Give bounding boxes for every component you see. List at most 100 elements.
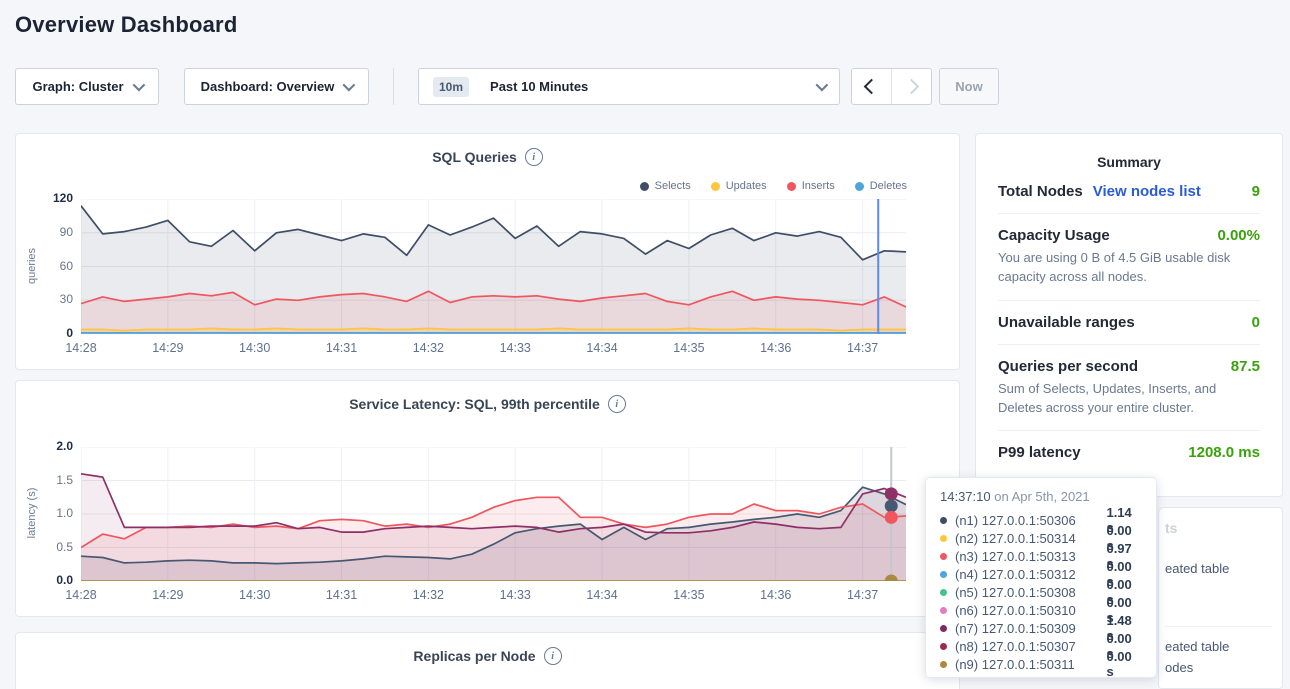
- legend-label: Deletes: [870, 180, 907, 192]
- tooltip-rows: (n1) 127.0.0.1:503061.14 s(n2) 127.0.0.1…: [940, 511, 1142, 673]
- tooltip-node-label: (n1) 127.0.0.1:50306: [955, 513, 1098, 528]
- y-axis-tick: 120: [16, 191, 73, 205]
- y-axis-tick: 1.5: [16, 473, 73, 487]
- replicas-per-node-card: Replicas per Node i: [15, 632, 960, 689]
- chart-hover-tooltip: 14:37:10 on Apr 5th, 2021 (n1) 127.0.0.1…: [925, 477, 1157, 678]
- x-axis-tick: 14:28: [65, 341, 96, 355]
- x-axis-tick: 14:32: [413, 588, 444, 602]
- x-axis-tick: 14:35: [673, 588, 704, 602]
- summary-row-value: 87.5: [1231, 358, 1260, 375]
- legend-label: Selects: [655, 180, 691, 192]
- tooltip-node-label: (n2) 127.0.0.1:50314: [955, 531, 1098, 546]
- next-time-button[interactable]: [891, 69, 931, 104]
- y-axis-tick: 60: [16, 259, 73, 273]
- summary-row-value: 9: [1252, 183, 1260, 200]
- sql-queries-title: SQL Queries i: [16, 148, 959, 166]
- sql-queries-legend: Selects Updates Inserts Deletes: [640, 180, 907, 192]
- tooltip-node-label: (n9) 127.0.0.1:50311: [955, 657, 1098, 672]
- summary-row-label: P99 latency: [998, 444, 1081, 461]
- series-color-dot: [940, 643, 947, 650]
- series-color-dot: [940, 661, 947, 668]
- legend-label: Updates: [726, 180, 767, 192]
- legend-color-dot: [787, 182, 796, 191]
- time-range-label: Past 10 Minutes: [490, 79, 588, 94]
- prev-time-button[interactable]: [852, 69, 891, 104]
- tooltip-node-label: (n3) 127.0.0.1:50313: [955, 549, 1098, 564]
- y-axis-tick: 30: [16, 292, 73, 306]
- toolbar-divider: [393, 68, 394, 105]
- summary-row-label: Queries per second: [998, 358, 1138, 375]
- view-nodes-list-link[interactable]: View nodes list: [1093, 183, 1201, 200]
- x-axis-tick: 14:30: [239, 341, 270, 355]
- x-axis-tick: 14:37: [847, 588, 878, 602]
- service-latency-plot[interactable]: [81, 447, 906, 581]
- event-item[interactable]: eated table odes: [1165, 636, 1229, 678]
- dashboard-dropdown[interactable]: Dashboard: Overview: [184, 68, 369, 105]
- chevron-down-icon: [132, 79, 145, 92]
- summary-row-description: Sum of Selects, Updates, Inserts, and De…: [998, 380, 1260, 418]
- summary-row: Queries per second 87.5 Sum of Selects, Up…: [998, 345, 1260, 432]
- summary-row-value: 1208.0 ms: [1188, 444, 1260, 461]
- now-button[interactable]: Now: [939, 68, 999, 105]
- series-color-dot: [940, 535, 947, 542]
- legend-item[interactable]: Selects: [640, 180, 691, 192]
- summary-row-description: You are using 0 B of 4.5 GiB usable disk…: [998, 249, 1260, 287]
- summary-row-value: 0: [1252, 314, 1260, 331]
- graph-dropdown[interactable]: Graph: Cluster: [15, 68, 159, 105]
- tooltip-node-label: (n4) 127.0.0.1:50312: [955, 567, 1098, 582]
- tooltip-header: 14:37:10 on Apr 5th, 2021: [940, 489, 1142, 504]
- event-text-fragment: eated table: [1165, 636, 1229, 657]
- legend-item[interactable]: Deletes: [855, 180, 907, 192]
- event-text-fragment: odes: [1165, 657, 1229, 678]
- summary-row-label: Unavailable ranges: [998, 314, 1135, 331]
- summary-row: P99 latency 1208.0 ms: [998, 431, 1260, 474]
- summary-panel: Summary Total NodesView nodes list9Capac…: [975, 133, 1283, 497]
- summary-title: Summary: [998, 154, 1260, 170]
- chart-title-text: SQL Queries: [432, 149, 517, 165]
- legend-color-dot: [640, 182, 649, 191]
- event-item[interactable]: eated table: [1165, 558, 1229, 579]
- x-axis-tick: 14:33: [500, 588, 531, 602]
- summary-rows: Total NodesView nodes list9Capacity Usag…: [998, 170, 1260, 474]
- chart-svg: [81, 447, 906, 581]
- chart-title-text: Service Latency: SQL, 99th percentile: [349, 396, 600, 412]
- info-icon[interactable]: i: [525, 148, 543, 166]
- x-axis-tick: 14:30: [239, 588, 270, 602]
- chevron-right-icon: [904, 79, 920, 95]
- x-axis-tick: 14:28: [65, 588, 96, 602]
- time-range-badge: 10m: [433, 77, 469, 97]
- chevron-down-icon: [816, 79, 829, 92]
- service-latency-title: Service Latency: SQL, 99th percentile i: [16, 395, 959, 413]
- events-heading-fragment: ts: [1165, 520, 1177, 536]
- x-axis-tick: 14:29: [152, 341, 183, 355]
- legend-item[interactable]: Inserts: [787, 180, 835, 192]
- y-axis-tick: 1.0: [16, 506, 73, 520]
- tooltip-date: on Apr 5th, 2021: [994, 489, 1089, 504]
- y-axis-tick: 0: [16, 326, 73, 340]
- time-step-buttons: [851, 68, 932, 105]
- summary-row: Unavailable ranges 0: [998, 301, 1260, 345]
- overview-dashboard-page: Overview Dashboard Graph: Cluster Dashbo…: [0, 0, 1290, 689]
- legend-label: Inserts: [802, 180, 835, 192]
- y-axis-tick: 0.5: [16, 540, 73, 554]
- y-axis-tick: 2.0: [16, 439, 73, 453]
- summary-row-value: 0.00%: [1217, 227, 1260, 244]
- tooltip-node-value: 0.00 s: [1106, 649, 1142, 679]
- y-axis-tick: 90: [16, 225, 73, 239]
- sql-queries-plot[interactable]: [81, 199, 906, 334]
- x-axis-tick: 14:33: [500, 341, 531, 355]
- tooltip-node-label: (n7) 127.0.0.1:50309: [955, 621, 1098, 636]
- events-panel: ts eated table eated table odes: [1158, 507, 1283, 689]
- legend-item[interactable]: Updates: [711, 180, 767, 192]
- tooltip-node-label: (n8) 127.0.0.1:50307: [955, 639, 1098, 654]
- info-icon[interactable]: i: [608, 395, 626, 413]
- event-text-fragment: eated table: [1165, 561, 1229, 576]
- time-range-dropdown[interactable]: 10m Past 10 Minutes: [418, 68, 840, 105]
- x-axis-tick: 14:29: [152, 588, 183, 602]
- x-axis-tick: 14:32: [413, 341, 444, 355]
- page-title: Overview Dashboard: [15, 12, 237, 38]
- info-icon[interactable]: i: [544, 647, 562, 665]
- series-color-dot: [940, 517, 947, 524]
- summary-row: Total NodesView nodes list9: [998, 170, 1260, 214]
- x-axis-tick: 14:36: [760, 588, 791, 602]
